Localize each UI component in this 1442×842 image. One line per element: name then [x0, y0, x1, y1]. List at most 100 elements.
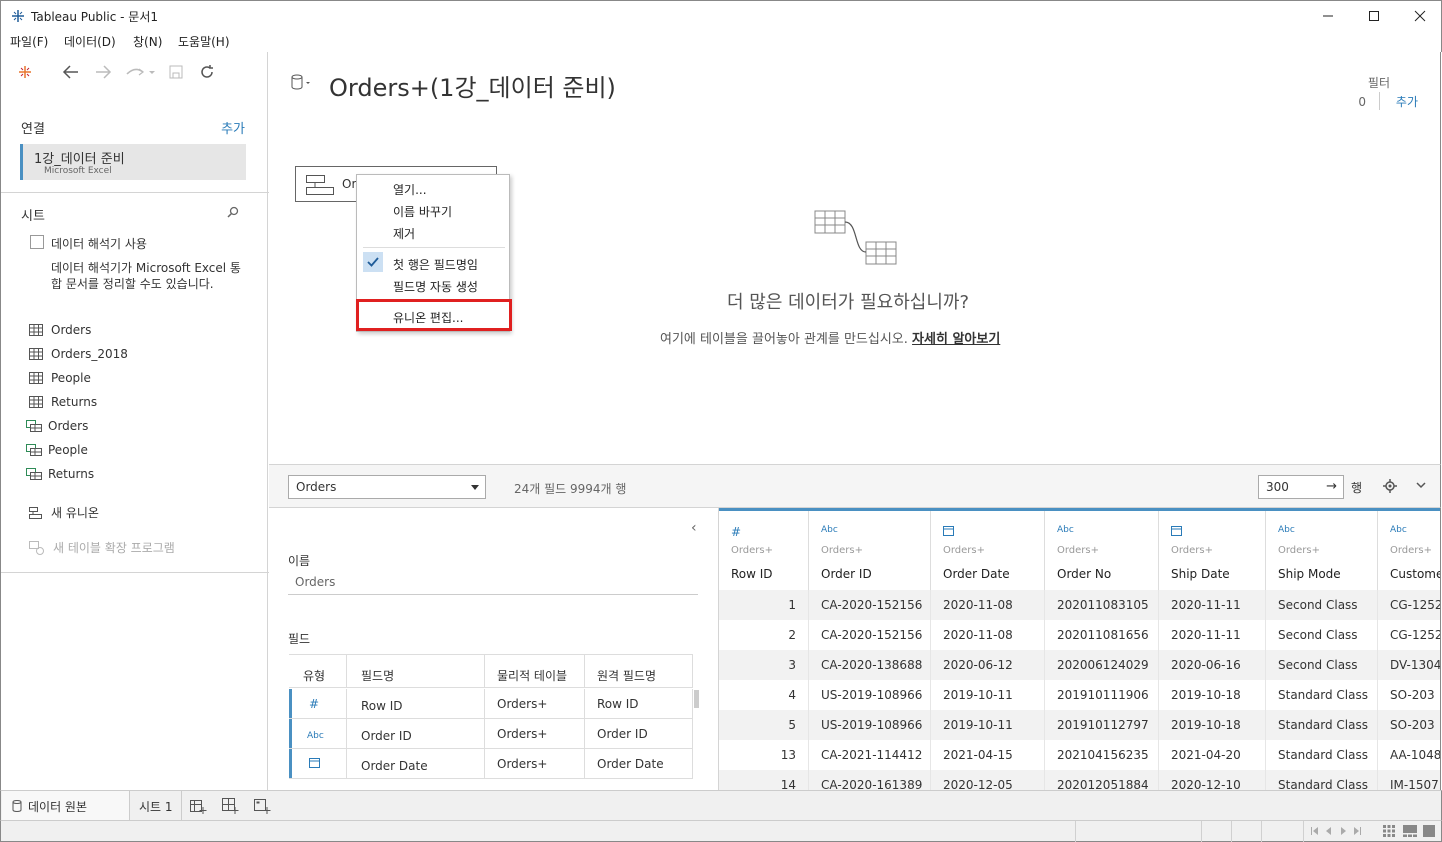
new-table-extension-item[interactable]: 새 테이블 확장 프로그램: [29, 539, 175, 556]
sheet-tab-bar: 데이터 원본 시트 1: [0, 790, 1442, 820]
column-header[interactable]: Orders+ Ship Date: [1159, 511, 1266, 591]
new-dashboard-icon[interactable]: [221, 797, 239, 815]
sheet-nav-icons[interactable]: [1311, 826, 1371, 836]
sheet-item-returns[interactable]: Returns: [29, 391, 97, 413]
datasource-icon[interactable]: [291, 74, 313, 92]
sheet-item-orders-2018[interactable]: Orders_2018: [29, 343, 128, 365]
menu-item-open[interactable]: 열기...: [393, 181, 427, 198]
col-header-physical-table[interactable]: 물리적 테이블: [485, 654, 585, 688]
table-cell: 2020-11-11: [1159, 620, 1266, 650]
arrow-right-icon[interactable]: →: [1326, 479, 1337, 494]
column-header[interactable]: Abc Orders+ Custome: [1378, 511, 1440, 591]
scrollbar-thumb[interactable]: [694, 690, 699, 708]
back-arrow-icon[interactable]: [61, 62, 81, 82]
menu-item-generate-field-names[interactable]: 필드명 자동 생성: [393, 278, 478, 295]
column-header[interactable]: # Orders+ Row ID: [719, 511, 809, 591]
new-union-label: 새 유니온: [51, 506, 99, 520]
status-segment: [1303, 821, 1304, 842]
name-field[interactable]: Orders: [295, 575, 335, 589]
col-header-remote-field[interactable]: 원격 필드명: [585, 654, 693, 688]
menu-data[interactable]: 데이터(D): [64, 33, 116, 50]
minimize-button[interactable]: [1305, 1, 1351, 31]
title-bar: Tableau Public - 문서1: [0, 0, 1442, 30]
table-cell: 2020-12-05: [931, 770, 1045, 790]
table-row[interactable]: 2 CA-2020-152156 2020-11-08 202011081656 202…: [719, 620, 1440, 650]
collapse-left-icon[interactable]: ‹: [691, 520, 697, 536]
table-cell: IM-1507: [1378, 770, 1440, 790]
menu-item-rename[interactable]: 이름 바꾸기: [393, 203, 452, 220]
toolbar: [1, 52, 269, 94]
calendar-icon[interactable]: [943, 525, 954, 539]
connection-item[interactable]: 1강_데이터 준비 Microsoft Excel: [20, 144, 246, 180]
named-range-item-people[interactable]: People: [26, 439, 88, 461]
table-row[interactable]: 13 CA-2021-114412 2021-04-15 202104156235 20…: [719, 740, 1440, 770]
sheet-item-people[interactable]: People: [29, 367, 91, 389]
table-row[interactable]: 4 US-2019-108966 2019-10-11 201910111906 201…: [719, 680, 1440, 710]
new-union-item[interactable]: 새 유니온: [29, 504, 99, 521]
menu-window[interactable]: 창(N): [133, 33, 162, 50]
remote-field-cell: Order Date: [585, 749, 693, 779]
tab-datasource[interactable]: 데이터 원본: [2, 791, 130, 820]
menu-file[interactable]: 파일(F): [10, 33, 48, 50]
new-worksheet-icon[interactable]: [189, 797, 207, 815]
column-header[interactable]: Abc Orders+ Ship Mode: [1266, 511, 1378, 591]
number-type-icon[interactable]: #: [731, 525, 741, 539]
tableau-home-icon[interactable]: [15, 62, 35, 82]
date-type-cell[interactable]: [289, 749, 347, 779]
calendar-icon[interactable]: [1171, 525, 1182, 539]
string-type-icon[interactable]: Abc: [289, 719, 347, 749]
sheet-table-icon: [29, 348, 43, 360]
rows-input[interactable]: 300 →: [1258, 475, 1344, 499]
string-type-icon[interactable]: Abc: [1057, 525, 1074, 535]
column-header[interactable]: Abc Orders+ Order ID: [809, 511, 931, 591]
redo-dropdown-icon[interactable]: [123, 62, 157, 82]
tabs-view-icon[interactable]: [1423, 825, 1435, 837]
named-range-item-orders[interactable]: Orders: [26, 415, 88, 437]
menu-help[interactable]: 도움말(H): [178, 33, 230, 50]
table-cell: 5: [719, 710, 809, 740]
column-header[interactable]: Abc Orders+ Order No: [1045, 511, 1159, 591]
table-cell: 13: [719, 740, 809, 770]
gear-icon[interactable]: [1383, 479, 1397, 493]
forward-arrow-icon[interactable]: [93, 62, 113, 82]
col-header-type[interactable]: 유형: [289, 654, 347, 688]
named-range-item-returns[interactable]: Returns: [26, 463, 94, 485]
table-row[interactable]: 5 US-2019-108966 2019-10-11 201910112797 201…: [719, 710, 1440, 740]
string-type-icon[interactable]: Abc: [1390, 525, 1407, 535]
search-icon[interactable]: [227, 206, 239, 218]
learn-more-link[interactable]: 자세히 알아보기: [912, 332, 1000, 347]
highlight-box: [356, 299, 512, 331]
table-row[interactable]: 1 CA-2020-152156 2020-11-08 202011083105 202…: [719, 590, 1440, 620]
filter-separator: [1379, 92, 1380, 110]
table-select[interactable]: Orders: [288, 475, 486, 499]
sheet-label: Orders: [51, 323, 92, 337]
tab-sheet-1[interactable]: 시트 1: [132, 791, 182, 820]
interpreter-checkbox[interactable]: [30, 235, 44, 249]
menu-item-first-row-header[interactable]: 첫 행은 필드명임: [393, 256, 478, 273]
field-name-cell[interactable]: Row ID: [347, 689, 485, 719]
column-header[interactable]: Orders+ Order Date: [931, 511, 1045, 591]
save-icon[interactable]: [166, 62, 186, 82]
sheet-item-orders[interactable]: Orders: [29, 319, 91, 341]
string-type-icon[interactable]: Abc: [821, 525, 838, 535]
add-filter-link[interactable]: 추가: [1396, 93, 1418, 110]
table-row[interactable]: 3 CA-2020-138688 2020-06-12 202006124029 202…: [719, 650, 1440, 680]
col-header-field-name[interactable]: 필드명: [347, 654, 485, 688]
add-connection-link[interactable]: 추가: [221, 118, 245, 137]
number-type-icon[interactable]: #: [289, 689, 347, 719]
maximize-button[interactable]: [1351, 1, 1397, 31]
sheet-sorter-icon[interactable]: [1383, 825, 1395, 837]
close-button[interactable]: [1397, 1, 1442, 31]
filmstrip-icon[interactable]: [1403, 825, 1417, 837]
connection-name: 1강_데이터 준비: [34, 152, 125, 167]
datasource-title[interactable]: Orders+(1강_데이터 준비): [329, 68, 616, 103]
string-type-icon[interactable]: Abc: [1278, 525, 1295, 535]
menu-item-remove[interactable]: 제거: [393, 225, 415, 242]
field-name-cell[interactable]: Order ID: [347, 719, 485, 749]
chevron-down-icon[interactable]: [1415, 479, 1427, 491]
table-row[interactable]: 14 CA-2020-161389 2020-12-05 202012051884 20…: [719, 770, 1440, 790]
table-cell: 2019-10-11: [931, 680, 1045, 710]
field-name-cell[interactable]: Order Date: [347, 749, 485, 779]
refresh-icon[interactable]: [197, 62, 217, 82]
new-story-icon[interactable]: [253, 797, 271, 815]
